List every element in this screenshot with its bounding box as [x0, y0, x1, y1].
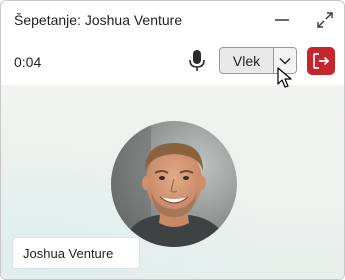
expand-button[interactable]: [310, 5, 340, 35]
whisper-call-window: Šepetanje: Joshua Venture 0:04 Vlek Josh…: [0, 0, 345, 280]
participant-name-label: Joshua Venture: [13, 238, 139, 268]
mode-dropdown-button[interactable]: [274, 48, 296, 73]
call-timer: 0:04: [14, 54, 42, 70]
call-controls: 0:04 Vlek: [1, 39, 344, 85]
mode-split-button: Vlek: [219, 47, 297, 74]
microphone-button[interactable]: [185, 48, 209, 74]
mode-button[interactable]: Vlek: [220, 48, 274, 73]
minimize-icon: [275, 19, 289, 21]
minimize-button[interactable]: [267, 5, 297, 35]
leave-call-button[interactable]: [307, 47, 335, 75]
leave-call-icon: [313, 53, 330, 69]
chevron-down-icon: [279, 57, 291, 65]
avatar-photo: [111, 121, 237, 247]
expand-icon: [317, 12, 333, 28]
participant-stage: Joshua Venture: [1, 85, 344, 279]
title-bar: Šepetanje: Joshua Venture: [1, 1, 344, 39]
microphone-icon: [189, 50, 205, 71]
avatar: [111, 121, 237, 247]
window-title: Šepetanje: Joshua Venture: [14, 12, 183, 28]
